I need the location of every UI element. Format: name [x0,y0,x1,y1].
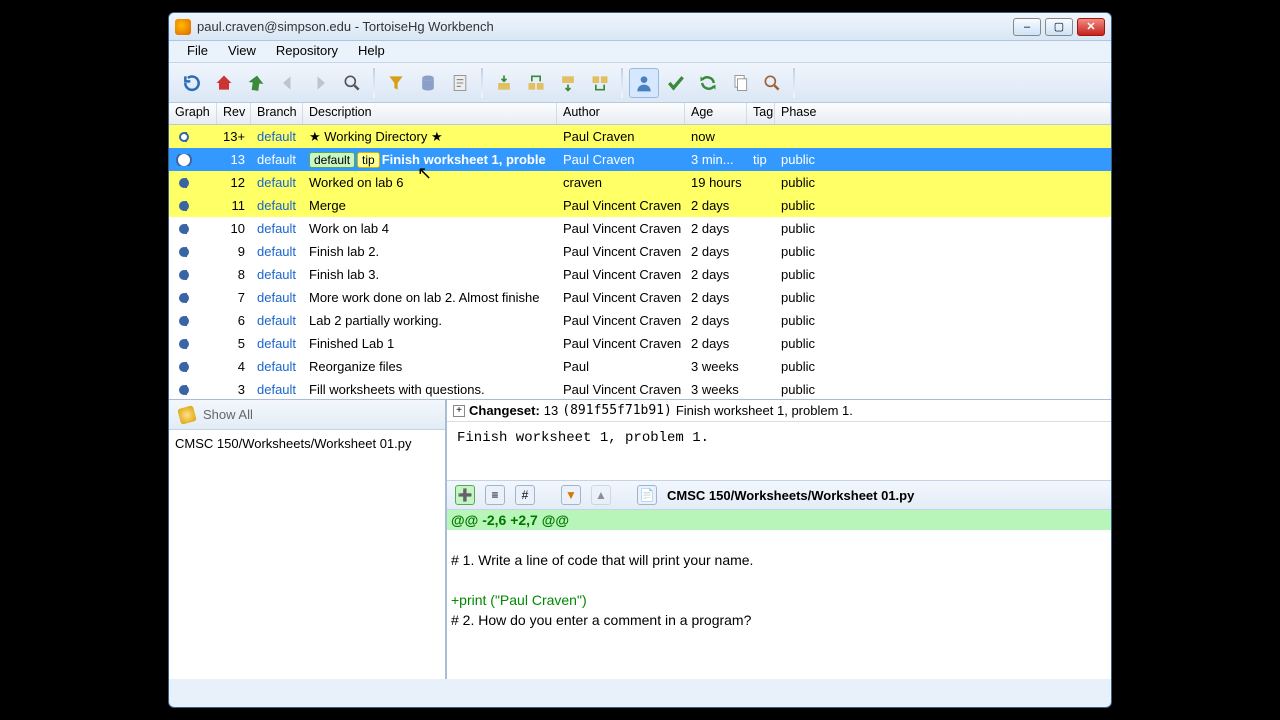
forward-icon[interactable] [305,68,335,98]
file-list[interactable]: CMSC 150/Worksheets/Worksheet 01.py [169,430,445,679]
col-tags[interactable]: Tag [747,103,775,124]
diff-toolbar: ➕ ≡ # ▼ ▲ 📄 CMSC 150/Worksheets/Workshee… [447,480,1111,510]
diff-line: @@ -2,6 +2,7 @@ [447,510,1111,530]
diff-view[interactable]: @@ -2,6 +2,7 @@ # 1. Write a line of cod… [447,510,1111,679]
revision-row[interactable]: 5 default Finished Lab 1 Paul Vincent Cr… [169,332,1111,355]
log-icon[interactable] [445,68,475,98]
search-icon[interactable] [337,68,367,98]
prev-diff-icon[interactable]: ▲ [591,485,611,505]
diff-mode-button[interactable]: ➕ [455,485,475,505]
revision-row[interactable]: 9 default Finish lab 2. Paul Vincent Cra… [169,240,1111,263]
col-graph[interactable]: Graph [169,103,217,124]
window-title: paul.craven@simpson.edu - TortoiseHg Wor… [197,19,1013,34]
revision-row[interactable]: 12 default Worked on lab 6 craven 19 hou… [169,171,1111,194]
separator [373,68,375,98]
titlebar: paul.craven@simpson.edu - TortoiseHg Wor… [169,13,1111,41]
expand-icon[interactable]: + [453,405,465,417]
separator [481,68,483,98]
pull-icon[interactable] [521,68,551,98]
check-icon[interactable] [661,68,691,98]
separator [621,68,623,98]
commit-icon[interactable] [629,68,659,98]
detail-panel: + Changeset: 13 (891f55f71b91) Finish wo… [447,400,1111,679]
separator [793,68,795,98]
incoming-icon[interactable] [489,68,519,98]
revision-row[interactable]: 6 default Lab 2 partially working. Paul … [169,309,1111,332]
file-panel: Show All CMSC 150/Worksheets/Worksheet 0… [169,400,447,679]
column-headers: Graph Rev Branch Description Author Age … [169,103,1111,125]
file-item[interactable]: CMSC 150/Worksheets/Worksheet 01.py [175,436,439,451]
revision-row[interactable]: 3 default Fill worksheets with questions… [169,378,1111,399]
next-diff-icon[interactable]: ▼ [561,485,581,505]
changeset-header: + Changeset: 13 (891f55f71b91) Finish wo… [447,400,1111,422]
diff-line [447,530,1111,550]
revision-row[interactable]: 7 default More work done on lab 2. Almos… [169,286,1111,309]
minimize-button[interactable]: – [1013,18,1041,36]
menubar: File View Repository Help [169,41,1111,63]
revision-row[interactable]: 13 default defaulttipFinish worksheet 1,… [169,148,1111,171]
col-branch[interactable]: Branch [251,103,303,124]
col-phase[interactable]: Phase [775,103,1111,124]
diff-line [447,570,1111,590]
goto-rev-icon[interactable] [241,68,271,98]
push-icon[interactable] [585,68,615,98]
home-icon[interactable] [209,68,239,98]
filter-icon[interactable] [381,68,411,98]
diff-filename: CMSC 150/Worksheets/Worksheet 01.py [667,488,914,503]
app-icon [175,19,191,35]
col-age[interactable]: Age [685,103,747,124]
menu-help[interactable]: Help [348,41,395,62]
diff-line: +print ("Paul Craven") [447,590,1111,610]
copy-icon[interactable] [725,68,755,98]
col-author[interactable]: Author [557,103,685,124]
key-icon [177,405,197,425]
menu-view[interactable]: View [218,41,266,62]
col-description[interactable]: Description [303,103,557,124]
diff-line: # 2. How do you enter a comment in a pro… [447,610,1111,630]
diff-line: # 1. Write a line of code that will prin… [447,550,1111,570]
toolbar [169,63,1111,103]
back-icon[interactable] [273,68,303,98]
revision-row[interactable]: 4 default Reorganize files Paul 3 weeks … [169,355,1111,378]
app-window: paul.craven@simpson.edu - TortoiseHg Wor… [168,12,1112,708]
show-all-button[interactable]: Show All [169,400,445,430]
revision-row[interactable]: 8 default Finish lab 3. Paul Vincent Cra… [169,263,1111,286]
revision-list[interactable]: ↖ 13+ default ★ Working Directory ★ Paul… [169,125,1111,399]
sync-icon[interactable] [693,68,723,98]
revision-row[interactable]: 11 default Merge Paul Vincent Craven 2 d… [169,194,1111,217]
outgoing-icon[interactable] [553,68,583,98]
diff-list-icon[interactable]: ≡ [485,485,505,505]
col-rev[interactable]: Rev [217,103,251,124]
refresh-icon[interactable] [177,68,207,98]
diff-file-icon[interactable]: 📄 [637,485,657,505]
close-button[interactable]: ✕ [1077,18,1105,36]
diff-hash-icon[interactable]: # [515,485,535,505]
menu-repository[interactable]: Repository [266,41,348,62]
maximize-button[interactable]: ▢ [1045,18,1073,36]
explore-icon[interactable] [757,68,787,98]
menu-file[interactable]: File [177,41,218,62]
commit-message: Finish worksheet 1, problem 1. [447,422,1111,480]
db-icon[interactable] [413,68,443,98]
revision-row[interactable]: 10 default Work on lab 4 Paul Vincent Cr… [169,217,1111,240]
revision-row[interactable]: 13+ default ★ Working Directory ★ Paul C… [169,125,1111,148]
